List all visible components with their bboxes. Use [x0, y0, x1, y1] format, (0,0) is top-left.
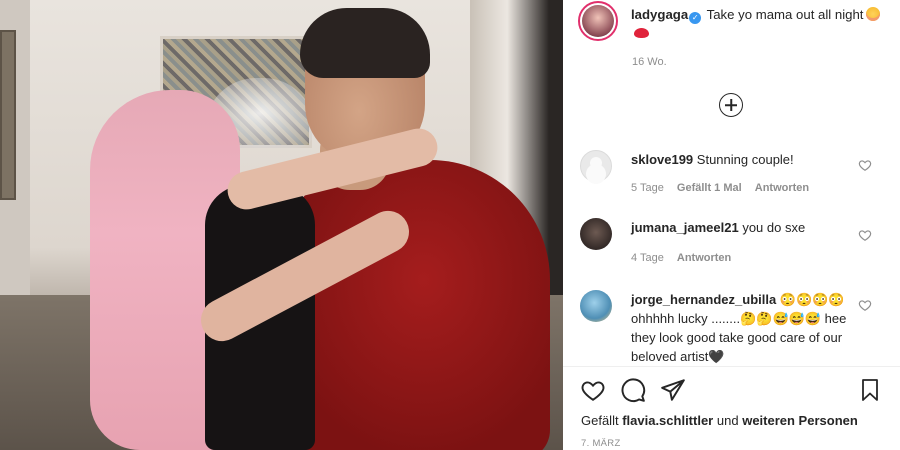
- photo-frame-left: [0, 30, 16, 200]
- comment-text: jorge_hernandez_ubilla 😳😳😳😳ohhhhh lucky …: [631, 290, 851, 366]
- comment-body: Stunning couple!: [696, 152, 794, 167]
- comment-avatar[interactable]: [580, 218, 612, 250]
- comment-like-count[interactable]: Gefällt 1 Mal: [677, 182, 742, 194]
- heart-icon[interactable]: [858, 228, 872, 242]
- post-caption: ladygaga ✓ Take yo mama out all night: [631, 5, 881, 43]
- likes-prefix: Gefällt: [581, 413, 619, 428]
- comment-age[interactable]: 5 Tage: [631, 182, 664, 194]
- comment-body: you do sxe: [742, 220, 806, 235]
- comment-age[interactable]: 4 Tage: [631, 252, 664, 264]
- comment-username[interactable]: sklove199: [631, 152, 693, 167]
- plus-circle-icon[interactable]: [719, 93, 743, 117]
- comment-text: jumana_jameel21 you do sxe: [631, 218, 851, 237]
- comment-meta: 5 Tage Gefällt 1 Mal Antworten: [631, 182, 819, 194]
- comment-username[interactable]: jorge_hernandez_ubilla: [631, 292, 776, 307]
- post-author-username[interactable]: ladygaga: [631, 7, 688, 22]
- comment-meta: 4 Tage Antworten: [631, 252, 741, 264]
- comment-username[interactable]: jumana_jameel21: [631, 220, 739, 235]
- post-side-panel: ladygaga ✓ Take yo mama out all night 16 …: [563, 0, 900, 450]
- blush-emoji-icon: [866, 7, 881, 21]
- paper-plane-icon[interactable]: [660, 377, 686, 403]
- heart-icon[interactable]: [580, 377, 606, 403]
- comment-bubble-icon[interactable]: [620, 377, 646, 403]
- heart-icon[interactable]: [858, 298, 872, 312]
- likes-joiner: und: [716, 413, 739, 428]
- post-author-avatar[interactable]: [578, 1, 618, 41]
- verified-badge-icon: ✓: [689, 12, 702, 24]
- comment-avatar[interactable]: [580, 150, 612, 182]
- comment-avatar[interactable]: [580, 290, 612, 322]
- comment-text: sklove199 Stunning couple!: [631, 150, 851, 169]
- divider: [563, 366, 900, 367]
- post-date[interactable]: 7. März: [581, 438, 621, 449]
- post-action-bar: [580, 377, 885, 405]
- photo-man-hair: [300, 8, 430, 78]
- post-photo[interactable]: [0, 0, 563, 450]
- likes-others-link[interactable]: weiteren Personen: [742, 413, 858, 428]
- heart-icon[interactable]: [858, 158, 872, 172]
- likes-summary: Gefällt flavia.schlittler und weiteren P…: [581, 413, 858, 428]
- comment-reply-button[interactable]: Antworten: [677, 252, 731, 264]
- post-caption-text: Take yo mama out all night: [706, 7, 864, 22]
- post-timestamp[interactable]: 16 Wo.: [632, 56, 667, 68]
- bookmark-icon[interactable]: [858, 377, 882, 403]
- lips-emoji-icon: [634, 28, 649, 38]
- comment-reply-button[interactable]: Antworten: [755, 182, 809, 194]
- avatar-image: [582, 5, 614, 37]
- likes-user-link[interactable]: flavia.schlittler: [622, 413, 713, 428]
